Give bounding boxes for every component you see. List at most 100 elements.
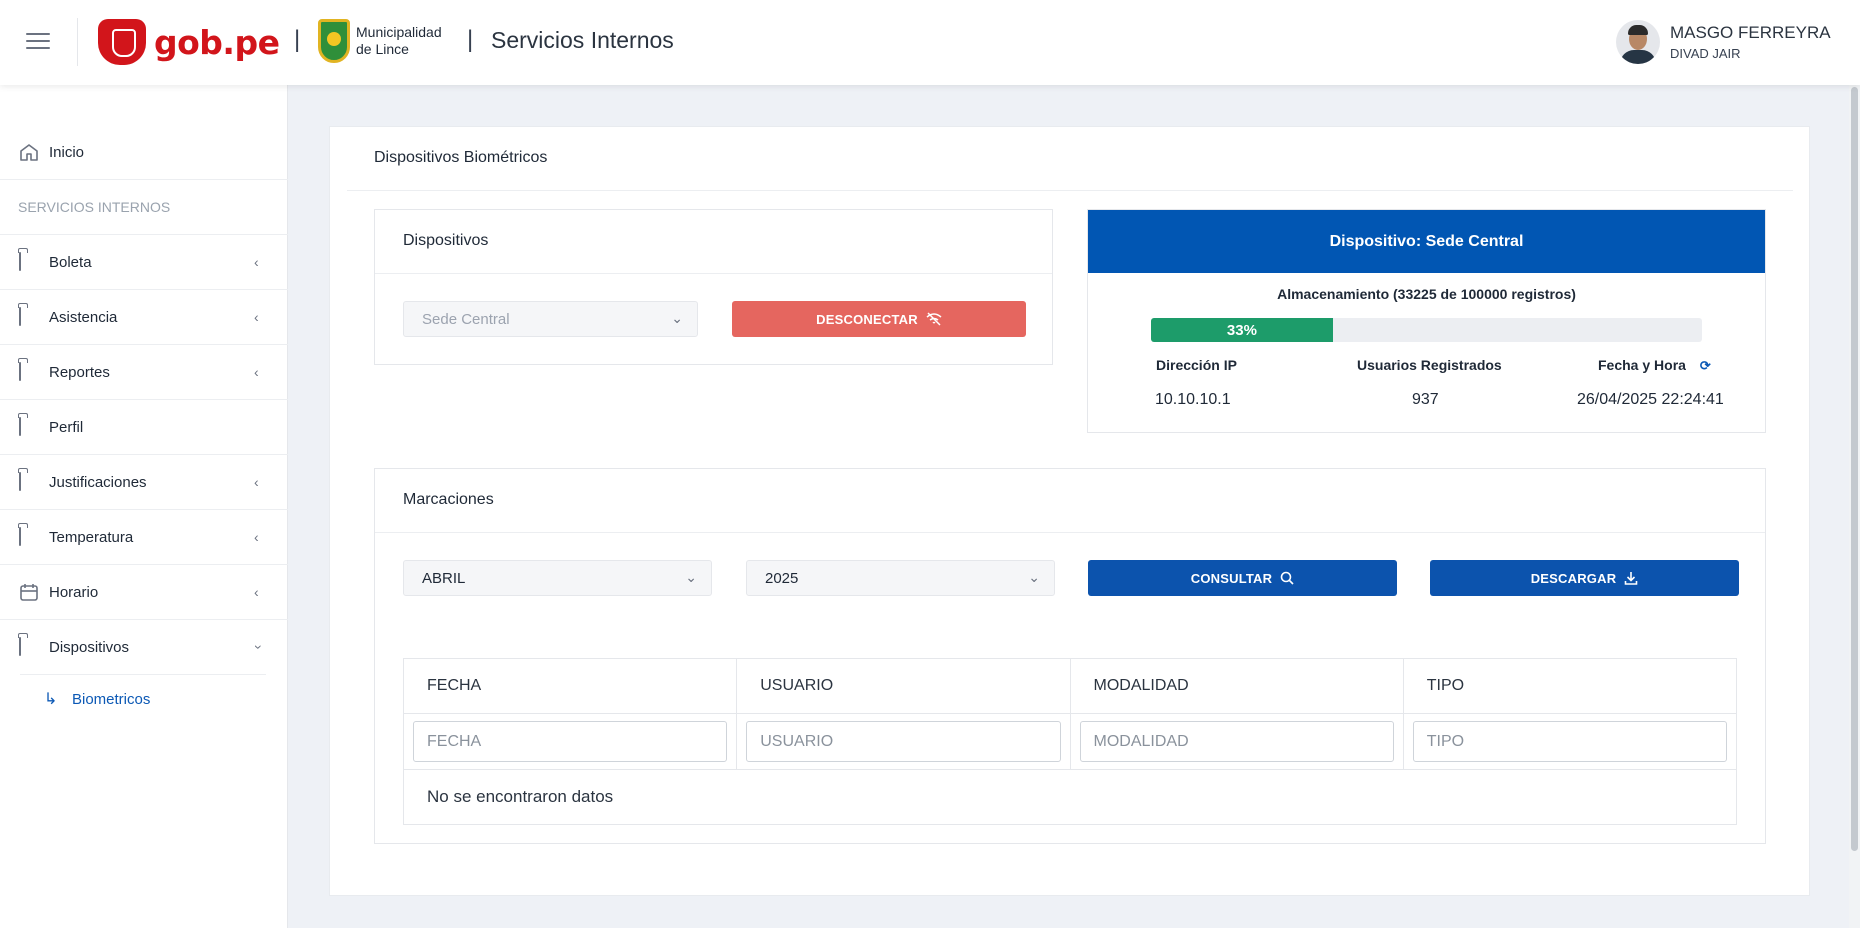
chevron-down-icon: ⌄ <box>685 569 697 585</box>
chevron-down-icon: ⌄ <box>671 310 683 326</box>
search-icon <box>1280 571 1294 585</box>
lince-shield-icon <box>318 19 350 63</box>
sidebar-item-reportes[interactable]: Reportes ‹ <box>0 345 288 399</box>
datetime-label-wrap: Fecha y Hora ⟳ <box>1598 357 1711 374</box>
turn-right-arrow-icon: ↳ <box>44 691 58 708</box>
disconnect-button[interactable]: DESCONECTAR <box>732 301 1026 337</box>
month-select-value: ABRIL <box>422 570 466 587</box>
query-label: CONSULTAR <box>1190 570 1273 586</box>
peru-shield-icon <box>98 19 146 65</box>
download-button[interactable]: DESCARGAR <box>1430 560 1739 596</box>
municipality-line2: de Lince <box>356 41 409 57</box>
sidebar-item-temperatura[interactable]: Temperatura ‹ <box>0 510 288 564</box>
folder-plus-icon <box>19 307 39 326</box>
marks-panel: Marcaciones ABRIL ⌄ 2025 ⌄ CONSULTAR DES… <box>374 468 1766 844</box>
refresh-icon[interactable]: ⟳ <box>1700 358 1711 374</box>
ip-value: 10.10.10.1 <box>1155 391 1231 408</box>
sidebar-item-label: Dispositivos <box>49 638 130 656</box>
sidebar-item-label: Boleta <box>49 253 92 271</box>
table-filter-row <box>404 714 1736 770</box>
gob-pe-logo[interactable]: gob.pe <box>98 19 280 65</box>
app-title: Servicios Internos <box>491 27 674 53</box>
users-value: 937 <box>1412 391 1439 408</box>
sidebar-item-label: Horario <box>49 583 99 601</box>
chevron-down-icon: ⌄ <box>1028 569 1040 585</box>
month-select[interactable]: ABRIL ⌄ <box>403 560 712 596</box>
folder-plus-icon <box>19 362 39 381</box>
menu-toggle-icon[interactable] <box>26 33 50 51</box>
wifi-off-icon <box>926 312 942 326</box>
chevron-left-icon: ‹ <box>254 584 259 600</box>
chevron-left-icon: ‹ <box>254 364 259 380</box>
disconnect-label: DESCONECTAR <box>816 311 918 327</box>
sidebar-subitem-label: Biometricos <box>72 690 151 708</box>
top-header: gob.pe | Municipalidad de Lince | Servic… <box>0 0 1860 85</box>
storage-label: Almacenamiento (33225 de 100000 registro… <box>1277 286 1576 302</box>
filter-tipo-input[interactable] <box>1412 721 1727 762</box>
chevron-left-icon: ‹ <box>254 309 259 325</box>
users-label: Usuarios Registrados <box>1357 357 1502 373</box>
chevron-left-icon: ‹ <box>254 529 259 545</box>
sidebar-item-label: Justificaciones <box>49 473 147 491</box>
sidebar-item-perfil[interactable]: Perfil <box>0 400 288 454</box>
download-icon <box>1624 572 1638 585</box>
header-separator: | <box>294 26 301 53</box>
sidebar-section-title: SERVICIOS INTERNOS <box>18 199 171 215</box>
header-divider <box>77 18 78 66</box>
year-select[interactable]: 2025 ⌄ <box>746 560 1055 596</box>
main-card: Dispositivos Biométricos Dispositivos Se… <box>329 126 1810 896</box>
marks-table: FECHA USUARIO MODALIDAD TIPO No se encon… <box>403 658 1737 825</box>
year-select-value: 2025 <box>765 570 799 587</box>
folder-plus-icon <box>19 252 39 271</box>
sidebar-item-dispositivos[interactable]: Dispositivos ‹ <box>0 620 288 674</box>
sidebar-item-horario[interactable]: Horario ‹ <box>0 565 288 619</box>
devices-panel: Dispositivos Sede Central ⌄ DESCONECTAR <box>374 209 1053 365</box>
device-select-value: Sede Central <box>422 311 510 328</box>
chevron-down-icon: ‹ <box>248 644 265 650</box>
marks-panel-title: Marcaciones <box>403 491 494 508</box>
filter-usuario-input[interactable] <box>746 721 1061 762</box>
chevron-left-icon: ‹ <box>254 254 259 270</box>
empty-message: No se encontraron datos <box>427 787 614 806</box>
storage-progress-fill: 33% <box>1151 318 1333 342</box>
column-header-fecha[interactable]: FECHA <box>404 659 738 713</box>
column-header-modalidad[interactable]: MODALIDAD <box>1071 659 1404 713</box>
calendar-icon <box>20 584 38 601</box>
sidebar-item-inicio[interactable]: Inicio <box>0 125 288 179</box>
scrollbar-thumb[interactable] <box>1851 87 1858 851</box>
home-icon <box>20 144 38 161</box>
device-select[interactable]: Sede Central ⌄ <box>403 301 698 337</box>
storage-progress-bar: 33% <box>1151 318 1702 342</box>
filter-modalidad-input[interactable] <box>1079 721 1394 762</box>
datetime-label: Fecha y Hora <box>1598 357 1686 373</box>
folder-plus-icon <box>19 472 39 491</box>
column-header-usuario[interactable]: USUARIO <box>737 659 1071 713</box>
sidebar-item-boleta[interactable]: Boleta ‹ <box>0 235 288 289</box>
gob-pe-wordmark: gob.pe <box>154 22 280 62</box>
query-button[interactable]: CONSULTAR <box>1088 560 1397 596</box>
municipality-line1: Municipalidad <box>356 24 442 40</box>
header-separator-2: | <box>467 26 474 53</box>
ip-label: Dirección IP <box>1156 357 1237 373</box>
sidebar-item-label: Temperatura <box>49 528 134 546</box>
sidebar-item-asistencia[interactable]: Asistencia ‹ <box>0 290 288 344</box>
download-label: DESCARGAR <box>1530 570 1617 586</box>
sidebar-item-label: Asistencia <box>49 308 118 326</box>
avatar <box>1616 20 1660 64</box>
sidebar-item-justificaciones[interactable]: Justificaciones ‹ <box>0 455 288 509</box>
sidebar-item-label: Perfil <box>49 418 84 436</box>
column-header-tipo[interactable]: TIPO <box>1404 659 1736 713</box>
sidebar-subitem-biometricos[interactable]: ↳ Biometricos <box>44 689 150 709</box>
page-title: Dispositivos Biométricos <box>374 149 548 166</box>
chevron-left-icon: ‹ <box>254 474 259 490</box>
device-info-header: Dispositivo: Sede Central <box>1088 210 1765 273</box>
datetime-value: 26/04/2025 22:24:41 <box>1577 391 1724 408</box>
page-scrollbar[interactable] <box>1849 85 1860 928</box>
user-subtitle: DIVAD JAIR <box>1670 46 1741 61</box>
user-menu[interactable]: MASGO FERREYRA DIVAD JAIR <box>1616 20 1831 64</box>
sidebar: Inicio SERVICIOS INTERNOS Boleta ‹ Asist… <box>0 85 288 928</box>
sidebar-item-label: Reportes <box>49 363 110 381</box>
table-header: FECHA USUARIO MODALIDAD TIPO <box>404 659 1736 714</box>
devices-panel-title: Dispositivos <box>403 232 489 249</box>
filter-fecha-input[interactable] <box>413 721 728 762</box>
